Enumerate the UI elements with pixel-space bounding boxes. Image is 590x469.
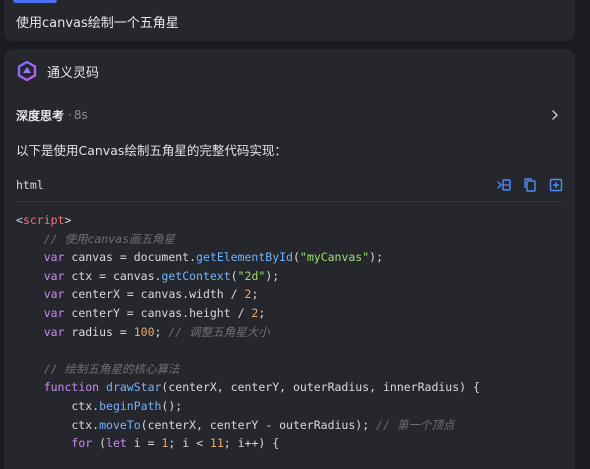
code-line: var centerX = canvas.width / 2; [16,285,563,304]
code-token: "myCanvas" [299,250,370,265]
assistant-name: 通义灵码 [47,65,100,81]
code-line: var canvas = document.getElementById("my… [16,248,563,267]
code-token: var [43,305,65,320]
code-token: function [43,380,100,395]
code-token: 11 [209,436,224,451]
code-token: (); [161,398,183,413]
code-line: <script> [16,211,563,230]
code-token: ctx. [16,398,100,413]
assistant-response-card: 通义灵码 深度思考 · 8s 以下是使用Canvas绘制五角星的完整代码实现： … [4,49,575,469]
code-token: ); [369,250,384,265]
code-token: let [106,436,127,451]
code-token: radius = [64,324,134,339]
code-line: var ctx = canvas.getContext("2d"); [16,267,563,286]
new-file-icon[interactable] [548,177,564,193]
code-token: (centerX, centerY, outerRadius, innerRad… [161,380,480,395]
code-token: // 第一个顶点 [376,417,455,432]
code-block-body: <script> // 使用canvas画五角星 var canvas = do… [16,211,563,453]
code-line: // 使用canvas画五角星 [16,230,563,249]
code-token: moveTo [99,417,141,432]
code-block-header: html [16,175,563,199]
code-token: ); [265,268,280,283]
separator-dot: · [68,108,72,122]
copy-icon[interactable] [522,177,538,193]
code-token: ; [258,305,266,320]
assistant-header: 通义灵码 [16,60,99,82]
user-message-text: 使用canvas绘制一个五角星 [16,16,179,31]
code-token: beginPath [99,398,162,413]
code-token: ; i < [168,436,210,451]
code-token: ; [251,287,259,302]
code-line: function drawStar(centerX, centerY, oute… [16,378,563,397]
code-line: for (let i = 1; i < 11; i++) { [16,434,563,453]
code-token: ; [154,324,169,339]
code-line: var centerY = canvas.height / 2; [16,304,563,323]
tongyi-logo-icon [17,60,37,82]
code-line: // 绘制五角星的核心算法 [16,360,563,379]
code-token: ctx. [16,417,100,432]
code-token: (centerX, centerY - outerRadius); [140,417,377,432]
code-header-divider [16,201,563,202]
code-token: 100 [133,324,155,339]
code-token: "2d" [237,268,266,283]
active-indicator [13,0,57,3]
code-language-label: html [16,178,44,192]
code-line: ctx.moveTo(centerX, centerY - outerRadiu… [16,416,563,435]
code-token: ctx = canvas. [64,268,162,283]
code-token: var [43,268,65,283]
code-token: getElementById [196,250,293,265]
code-token: centerY = canvas.height / [64,305,252,320]
code-token: // 绘制五角星的核心算法 [16,361,180,376]
code-line: var radius = 100; // 调整五角星大小 [16,323,563,342]
code-token: < [16,213,23,227]
code-token: ( [230,268,238,283]
code-token: ( [292,250,300,265]
code-token: // 使用canvas画五角星 [16,231,176,246]
code-token: > [64,213,72,227]
user-message-bubble: 使用canvas绘制一个五角星 [4,0,575,41]
deep-thinking-toggle[interactable]: 深度思考 · 8s [16,106,563,124]
code-token: drawStar [106,380,162,395]
insert-icon[interactable] [496,177,512,193]
code-token: ( [92,436,107,451]
response-intro-text: 以下是使用Canvas绘制五角星的完整代码实现： [16,143,287,158]
code-token: i = [126,436,162,451]
code-token: script [22,213,65,227]
code-token: var [43,324,65,339]
code-token: var [43,287,65,302]
code-line: ctx.beginPath(); [16,397,563,416]
thinking-label: 深度思考 [16,108,65,123]
code-token: canvas = document. [64,250,197,265]
code-token: ; i++) { [223,436,280,451]
code-token: centerX = canvas.width / [64,287,245,302]
code-token: var [43,250,65,265]
code-token: // 调整五角星大小 [168,324,270,339]
code-token: for [71,436,93,451]
thinking-time: 8s [73,108,88,122]
chevron-right-icon [552,110,558,120]
code-token: getContext [161,268,231,283]
